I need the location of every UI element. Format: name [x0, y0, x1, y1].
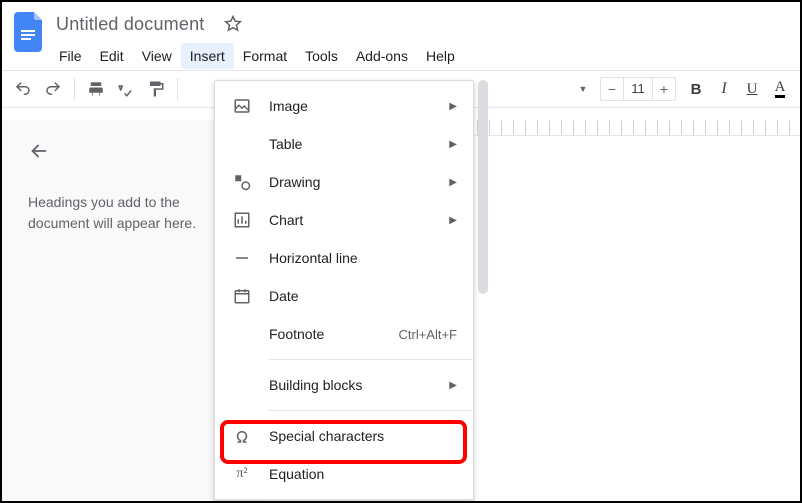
text-color-button[interactable]: A: [766, 75, 794, 103]
menu-item-label: Chart: [269, 212, 449, 228]
menu-item-table[interactable]: Table ▶: [215, 125, 473, 163]
menubar: File Edit View Insert Format Tools Add-o…: [50, 42, 464, 70]
submenu-arrow-icon: ▶: [449, 139, 457, 150]
font-size-value[interactable]: 11: [623, 78, 653, 100]
paint-format-button[interactable]: [142, 75, 170, 103]
menu-item-label: Horizontal line: [269, 250, 457, 266]
redo-button[interactable]: [39, 75, 67, 103]
menu-item-image[interactable]: Image ▶: [215, 87, 473, 125]
document-title[interactable]: Untitled document: [50, 12, 210, 37]
pi-icon: π²: [229, 466, 255, 482]
menu-item-label: Image: [269, 98, 449, 114]
font-size-decrease[interactable]: −: [601, 78, 623, 100]
spellcheck-button[interactable]: [112, 75, 140, 103]
menu-file[interactable]: File: [50, 43, 91, 69]
menu-item-chart[interactable]: Chart ▶: [215, 201, 473, 239]
underline-button[interactable]: U: [738, 75, 766, 103]
outline-back-arrow-icon[interactable]: [28, 140, 241, 162]
menu-item-building-blocks[interactable]: Building blocks ▶: [215, 366, 473, 404]
undo-button[interactable]: [9, 75, 37, 103]
menu-item-date[interactable]: Date: [215, 277, 473, 315]
menu-item-special-characters[interactable]: Special characters: [215, 417, 473, 455]
outline-placeholder: Headings you add to the document will ap…: [28, 192, 241, 234]
italic-button[interactable]: I: [710, 75, 738, 103]
drawing-icon: [229, 173, 255, 191]
omega-icon: [229, 427, 255, 445]
menu-item-label: Special characters: [269, 428, 457, 444]
menu-separator: [269, 359, 473, 360]
menu-item-equation[interactable]: π² Equation: [215, 455, 473, 493]
menu-item-label: Date: [269, 288, 457, 304]
menu-help[interactable]: Help: [417, 43, 464, 69]
submenu-arrow-icon: ▶: [449, 101, 457, 112]
image-icon: [229, 97, 255, 115]
menu-item-label: Equation: [269, 466, 457, 482]
menu-item-label: Building blocks: [269, 377, 449, 393]
star-icon[interactable]: [224, 15, 242, 33]
menu-item-label: Table: [269, 136, 449, 152]
scrollbar-thumb[interactable]: [478, 80, 488, 294]
font-size-increase[interactable]: +: [653, 78, 675, 100]
horizontal-line-icon: [229, 249, 255, 267]
menu-item-shortcut: Ctrl+Alt+F: [398, 327, 457, 342]
docs-logo[interactable]: [10, 10, 50, 58]
menu-item-drawing[interactable]: Drawing ▶: [215, 163, 473, 201]
menu-view[interactable]: View: [133, 43, 181, 69]
dropdown-scrollbar[interactable]: [476, 80, 490, 500]
submenu-arrow-icon: ▶: [449, 215, 457, 226]
menu-edit[interactable]: Edit: [91, 43, 133, 69]
bold-button[interactable]: B: [682, 75, 710, 103]
toolbar-separator: [177, 78, 178, 100]
title-bar: Untitled document File Edit View Insert …: [2, 2, 800, 70]
menu-separator: [269, 410, 473, 411]
menu-item-horizontal-line[interactable]: Horizontal line: [215, 239, 473, 277]
toolbar-separator: [74, 78, 75, 100]
menu-item-footnote[interactable]: Footnote Ctrl+Alt+F: [215, 315, 473, 353]
calendar-icon: [229, 287, 255, 305]
font-dropdown-arrow-icon[interactable]: ▼: [573, 75, 593, 103]
menu-tools[interactable]: Tools: [296, 43, 347, 69]
submenu-arrow-icon: ▶: [449, 177, 457, 188]
print-button[interactable]: [82, 75, 110, 103]
menu-format[interactable]: Format: [234, 43, 296, 69]
menu-insert[interactable]: Insert: [181, 43, 234, 69]
menu-item-label: Footnote: [269, 326, 398, 342]
chart-icon: [229, 211, 255, 229]
menu-item-label: Drawing: [269, 174, 449, 190]
submenu-arrow-icon: ▶: [449, 380, 457, 391]
menu-addons[interactable]: Add-ons: [347, 43, 417, 69]
insert-menu-dropdown: Image ▶ Table ▶ Drawing ▶ Chart ▶ Horizo…: [214, 80, 474, 500]
font-size-control: − 11 +: [600, 77, 676, 101]
